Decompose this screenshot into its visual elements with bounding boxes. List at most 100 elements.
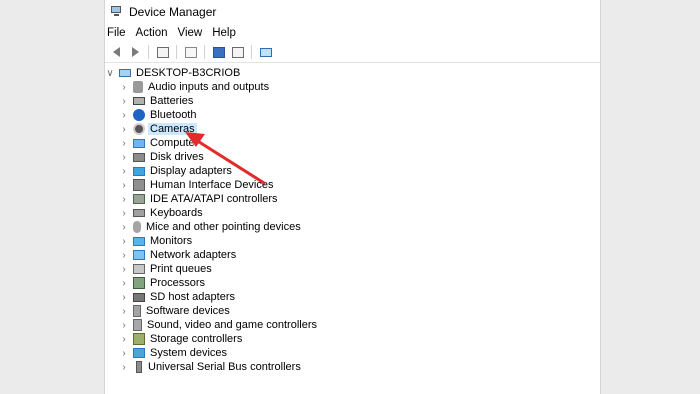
chevron-right-icon[interactable]: › (119, 80, 129, 94)
menu-help[interactable]: Help (208, 27, 242, 39)
chevron-right-icon[interactable]: › (119, 178, 129, 192)
chevron-right-icon[interactable]: › (119, 164, 129, 178)
chevron-right-icon[interactable]: › (119, 150, 129, 164)
chevron-right-icon[interactable]: › (119, 220, 129, 234)
chevron-right-icon[interactable]: › (119, 346, 129, 360)
tree-item-label: Universal Serial Bus controllers (148, 361, 301, 373)
tree-root-label: DESKTOP-B3CRIOB (136, 67, 241, 79)
chevron-right-icon[interactable]: › (119, 136, 129, 150)
tree-item-label: Computer (150, 137, 199, 149)
chevron-down-icon[interactable]: ∨ (105, 66, 115, 80)
tree-item-label: Monitors (150, 235, 193, 247)
tree-item-label: Processors (150, 277, 206, 289)
chevron-right-icon[interactable]: › (119, 276, 129, 290)
chevron-right-icon[interactable]: › (119, 262, 129, 276)
toolbar-separator (176, 45, 177, 59)
tree-item-software-devices[interactable]: › Software devices (119, 304, 232, 318)
tree-item-cameras[interactable]: › Cameras (119, 122, 197, 136)
tree-item-sd-host[interactable]: › SD host adapters (119, 290, 237, 304)
tree-item-label: Sound, video and game controllers (147, 319, 317, 331)
toolbar (105, 42, 600, 63)
monitor-icon (133, 236, 145, 246)
toolbar-separator (148, 45, 149, 59)
tree-item-label: Bluetooth (150, 109, 197, 121)
window-title: Device Manager (129, 5, 217, 19)
back-arrow-icon[interactable] (108, 45, 124, 59)
tree-root[interactable]: ∨ DESKTOP-B3CRIOB (105, 66, 242, 80)
storage-controller-icon (133, 333, 145, 345)
tree-item-mice[interactable]: › Mice and other pointing devices (119, 220, 303, 234)
menu-file[interactable]: File (105, 27, 132, 39)
tree-item-sound[interactable]: › Sound, video and game controllers (119, 318, 319, 332)
chevron-right-icon[interactable]: › (119, 304, 129, 318)
tree-item-batteries[interactable]: › Batteries (119, 94, 195, 108)
tree-item-label: Mice and other pointing devices (146, 221, 301, 233)
network-adapter-icon (133, 250, 145, 260)
tree-item-hid[interactable]: › Human Interface Devices (119, 178, 276, 192)
speaker-icon (133, 81, 143, 93)
chevron-right-icon[interactable]: › (119, 360, 129, 374)
chevron-right-icon[interactable]: › (119, 234, 129, 248)
tree-item-bluetooth[interactable]: › Bluetooth (119, 108, 198, 122)
chevron-right-icon[interactable]: › (119, 94, 129, 108)
device-manager-icon (111, 6, 123, 18)
tree-item-label: System devices (150, 347, 228, 359)
tree-item-label: Keyboards (150, 207, 203, 219)
tree-item-storage[interactable]: › Storage controllers (119, 332, 244, 346)
help-icon[interactable] (211, 45, 227, 59)
tree-item-label: Cameras (148, 123, 197, 135)
chevron-right-icon[interactable]: › (119, 122, 129, 136)
tree-item-label: Audio inputs and outputs (148, 81, 270, 93)
tree-item-label: Software devices (146, 305, 230, 317)
tree-item-label: Print queues (150, 263, 212, 275)
usb-icon (136, 361, 142, 373)
toolbar-separator (204, 45, 205, 59)
system-device-icon (133, 348, 145, 358)
tree-item-display-adapters[interactable]: › Display adapters (119, 164, 234, 178)
tree-item-system-devices[interactable]: › System devices (119, 346, 229, 360)
toolbar-separator (251, 45, 252, 59)
menu-action[interactable]: Action (132, 27, 174, 39)
bluetooth-icon (133, 109, 145, 121)
title-bar: Device Manager (105, 0, 600, 24)
view-icon[interactable] (230, 45, 246, 59)
sound-icon (133, 319, 142, 331)
chevron-right-icon[interactable]: › (119, 332, 129, 346)
menu-view[interactable]: View (174, 27, 209, 39)
chevron-right-icon[interactable]: › (119, 248, 129, 262)
battery-icon (133, 97, 145, 105)
show-hide-tree-icon[interactable] (155, 45, 171, 59)
tree-item-audio[interactable]: › Audio inputs and outputs (119, 80, 271, 94)
printer-icon (133, 264, 145, 274)
tree-item-network[interactable]: › Network adapters (119, 248, 238, 262)
tree-item-keyboards[interactable]: › Keyboards (119, 206, 205, 220)
tree-item-label: IDE ATA/ATAPI controllers (150, 193, 278, 205)
properties-icon[interactable] (183, 45, 199, 59)
tree-item-processors[interactable]: › Processors (119, 276, 207, 290)
computer-icon (133, 138, 145, 148)
tree-item-label: Human Interface Devices (150, 179, 274, 191)
chevron-right-icon[interactable]: › (119, 192, 129, 206)
scan-monitor-icon[interactable] (258, 45, 274, 59)
tree-item-print-queues[interactable]: › Print queues (119, 262, 214, 276)
tree-item-disk-drives[interactable]: › Disk drives (119, 150, 206, 164)
chevron-right-icon[interactable]: › (119, 206, 129, 220)
tree-item-label: Disk drives (150, 151, 204, 163)
chevron-right-icon[interactable]: › (119, 290, 129, 304)
tree-item-label: Display adapters (150, 165, 232, 177)
chevron-right-icon[interactable]: › (119, 108, 129, 122)
device-manager-window: Device Manager File Action View Help ∨ D… (104, 0, 601, 394)
camera-icon (133, 123, 145, 135)
computer-icon (119, 69, 131, 77)
software-device-icon (133, 305, 141, 317)
tree-item-ide[interactable]: › IDE ATA/ATAPI controllers (119, 192, 280, 206)
disk-drive-icon (133, 152, 145, 162)
forward-arrow-icon[interactable] (127, 45, 143, 59)
chevron-right-icon[interactable]: › (119, 318, 129, 332)
tree-item-label: Network adapters (150, 249, 237, 261)
tree-item-usb[interactable]: › Universal Serial Bus controllers (119, 360, 303, 374)
tree-item-computer[interactable]: › Computer (119, 136, 200, 150)
menu-bar: File Action View Help (105, 24, 600, 42)
ide-controller-icon (133, 194, 145, 204)
tree-item-monitors[interactable]: › Monitors (119, 234, 194, 248)
